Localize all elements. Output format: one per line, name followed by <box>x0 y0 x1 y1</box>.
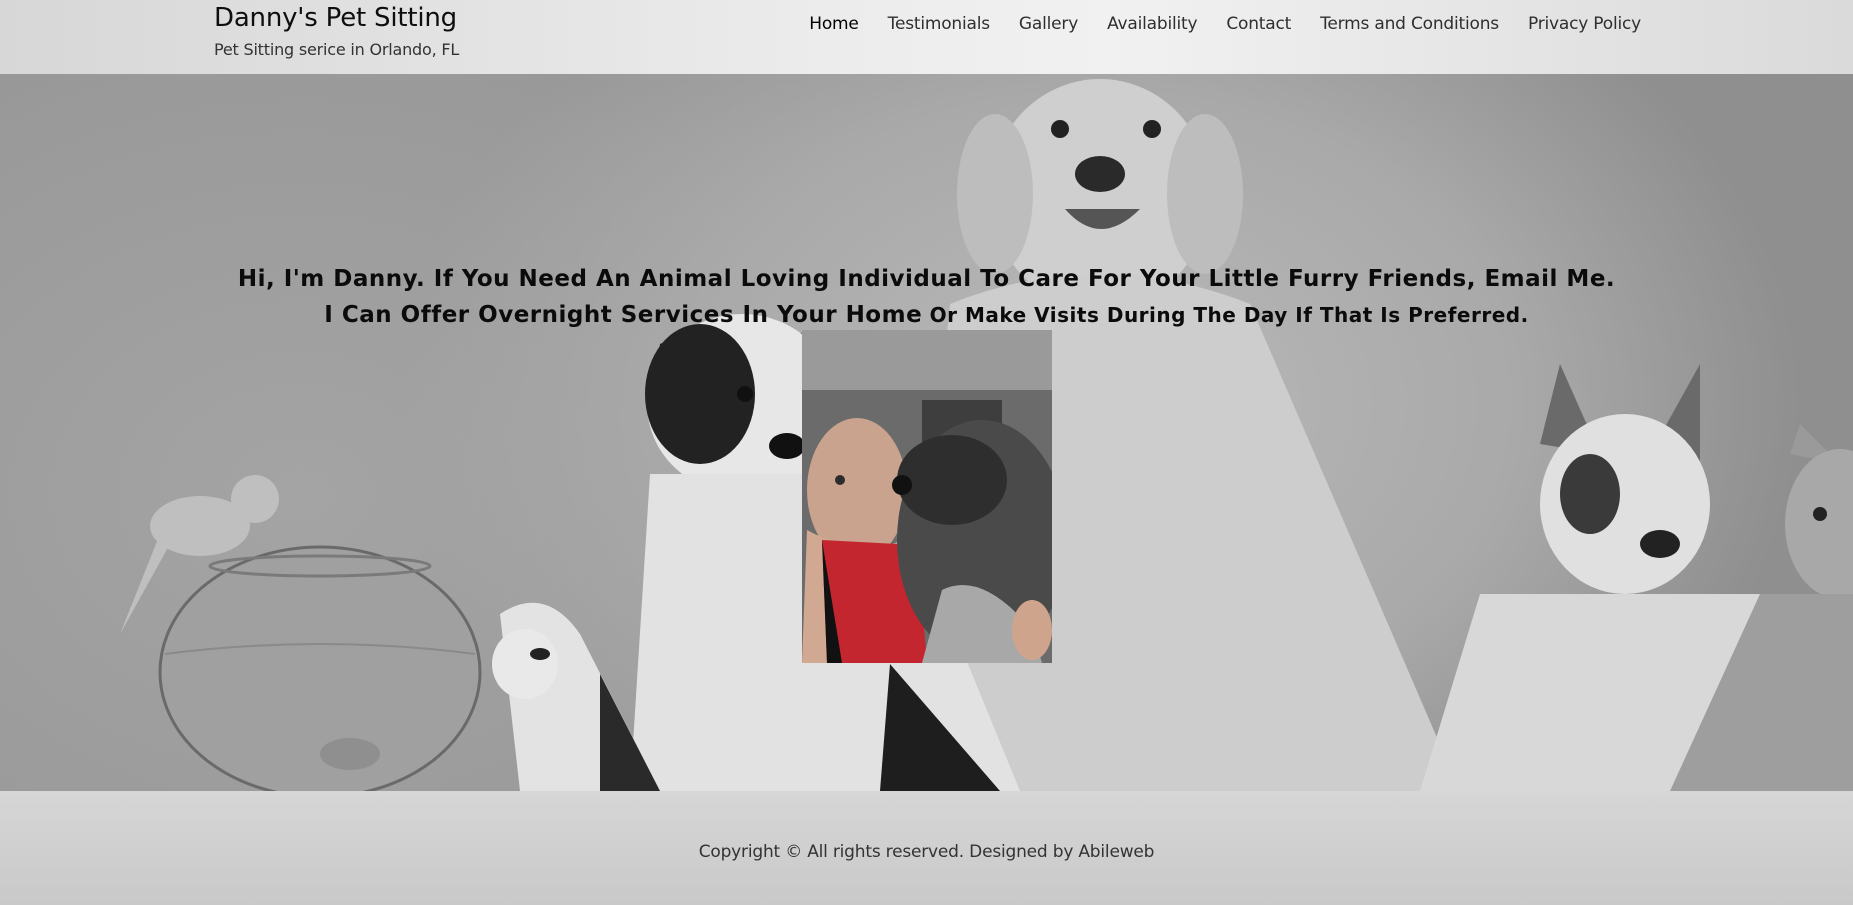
site-footer: Copyright © All rights reserved. Designe… <box>0 791 1853 905</box>
hero-line-2: I Can Offer Overnight Services In Your H… <box>0 296 1853 334</box>
site-tagline: Pet Sitting serice in Orlando, FL <box>214 40 460 59</box>
hero-heading: Hi, I'm Danny. If You Need An Animal Lov… <box>0 262 1853 334</box>
hero-line-2-small: Or Make Visits During The Day If That Is… <box>922 303 1529 327</box>
nav-contact[interactable]: Contact <box>1226 14 1291 34</box>
nav-home[interactable]: Home <box>809 14 859 34</box>
nav-gallery[interactable]: Gallery <box>1019 14 1078 34</box>
ferret <box>492 602 660 791</box>
nav-testimonials[interactable]: Testimonials <box>888 14 990 34</box>
site-header: Danny's Pet Sitting Pet Sitting serice i… <box>0 0 1853 74</box>
nav-availability[interactable]: Availability <box>1107 14 1197 34</box>
nav-terms[interactable]: Terms and Conditions <box>1320 14 1499 34</box>
hero-banner: Hi, I'm Danny. If You Need An Animal Lov… <box>0 74 1853 791</box>
main-nav: Home Testimonials Gallery Availability C… <box>809 14 1641 34</box>
site-title[interactable]: Danny's Pet Sitting <box>214 0 459 34</box>
fishbowl <box>158 545 482 791</box>
hero-line-1: Hi, I'm Danny. If You Need An Animal Lov… <box>237 266 1616 292</box>
danny-with-dog-photo <box>802 330 1052 663</box>
hero-line-2-main: I Can Offer Overnight Services In Your H… <box>324 302 923 328</box>
danny-with-dog-image <box>802 330 1052 663</box>
copyright-text: Copyright © All rights reserved. Designe… <box>698 842 1155 862</box>
brand: Danny's Pet Sitting Pet Sitting serice i… <box>214 0 459 59</box>
nav-privacy[interactable]: Privacy Policy <box>1528 14 1641 34</box>
